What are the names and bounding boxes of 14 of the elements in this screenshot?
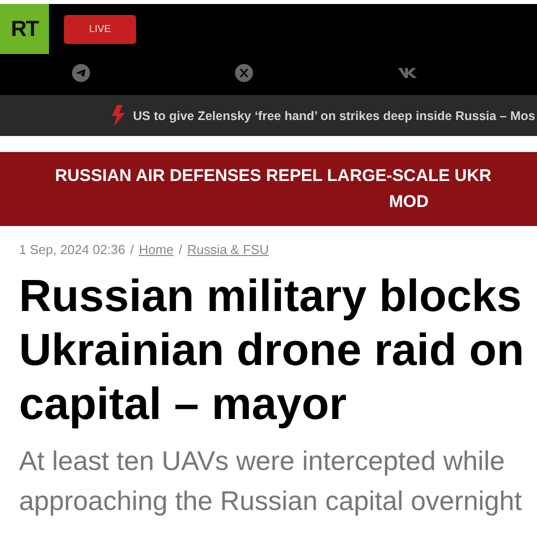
logo[interactable]: RT: [0, 4, 49, 54]
publish-date: 1 Sep, 2024 02:36: [19, 242, 126, 257]
breadcrumb-separator: /: [130, 242, 134, 257]
breadcrumb-separator: /: [178, 242, 182, 257]
article-title: Russian military blocks Ukrainian drone raid on capital – mayor: [19, 269, 526, 431]
banner-text[interactable]: MOD: [389, 192, 429, 212]
breadcrumb-link[interactable]: Home: [138, 242, 174, 257]
telegram-icon[interactable]: [72, 64, 90, 82]
live-button[interactable]: LIVE: [64, 15, 136, 44]
article-summary: At least ten UAVs were intercepted while approaching the Russian capital overnight: [19, 445, 523, 518]
banner-text[interactable]: RUSSIAN AIR DEFENSES REPEL LARGE-SCALE UKR: [55, 166, 492, 186]
x-icon[interactable]: [235, 64, 253, 82]
lightning-icon: [112, 105, 125, 126]
breadcrumb-link[interactable]: Russia & FSU: [187, 242, 269, 257]
